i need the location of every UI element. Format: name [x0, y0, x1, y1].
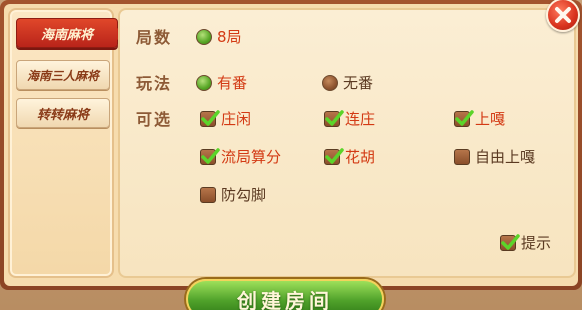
mode-option-no-fan[interactable]: 无番: [322, 72, 373, 93]
dialog-frame: 海南麻将 海南三人麻将 转转麻将 局数 8局 玩法 有番 无番 可选 庄闲 连庄…: [0, 0, 582, 290]
extra-option-shangga[interactable]: 上嘎: [454, 108, 505, 129]
checkbox-checked-icon: [200, 109, 220, 127]
tab-hainan-three-player-mahjong[interactable]: 海南三人麻将: [16, 60, 110, 90]
extra-option-huahu[interactable]: 花胡: [324, 146, 375, 167]
checkbox-unchecked-icon: [200, 186, 216, 203]
game-type-sidebar: 海南麻将 海南三人麻将 转转麻将: [8, 8, 126, 278]
radio-selected-icon: [196, 74, 212, 91]
rounds-label: 局数: [136, 28, 173, 47]
tab-label: 海南三人麻将: [26, 68, 99, 83]
extra-option-fanggoujiao[interactable]: 防勾脚: [200, 184, 266, 205]
option-label: 花胡: [345, 148, 376, 166]
tab-label: 转转麻将: [36, 107, 89, 123]
checkbox-checked-icon: [324, 109, 344, 127]
extra-option-ziyou-shangga[interactable]: 自由上嘎: [454, 146, 535, 167]
rounds-option-8[interactable]: 8局: [196, 26, 242, 47]
tab-label: 海南麻将: [40, 27, 93, 43]
option-label: 防勾脚: [221, 186, 267, 204]
mode-label: 玩法: [136, 74, 173, 93]
checkbox-checked-icon: [500, 233, 520, 251]
checkbox-unchecked-icon: [454, 148, 470, 165]
tab-hainan-mahjong[interactable]: 海南麻将: [16, 18, 126, 48]
radio-selected-icon: [196, 28, 212, 45]
mode-option-with-fan[interactable]: 有番: [196, 72, 247, 93]
close-icon: [555, 7, 571, 23]
options-panel: 局数 8局 玩法 有番 无番 可选 庄闲 连庄 上嘎 流局算分 花胡 自由上嘎 …: [118, 8, 576, 278]
option-label: 自由上嘎: [475, 148, 536, 166]
option-label: 有番: [217, 74, 248, 92]
extra-option-liuju-suanfen[interactable]: 流局算分: [200, 146, 281, 167]
hint-option[interactable]: 提示: [500, 232, 551, 253]
option-label: 提示: [521, 234, 552, 252]
radio-unselected-icon: [322, 74, 338, 91]
extra-option-zhuangxian[interactable]: 庄闲: [200, 108, 251, 129]
create-room-button[interactable]: 创建房间: [186, 279, 384, 310]
option-label: 庄闲: [221, 110, 252, 128]
option-label: 上嘎: [475, 110, 506, 128]
option-label: 无番: [343, 74, 374, 92]
tab-zhuanzhuan-mahjong[interactable]: 转转麻将: [16, 98, 110, 128]
option-label: 8局: [217, 28, 242, 46]
dialog-body: 海南麻将 海南三人麻将 转转麻将 局数 8局 玩法 有番 无番 可选 庄闲 连庄…: [4, 4, 578, 286]
option-label: 流局算分: [221, 148, 282, 166]
create-room-label: 创建房间: [237, 288, 333, 310]
checkbox-checked-icon: [200, 147, 220, 165]
option-label: 连庄: [345, 110, 376, 128]
extras-label: 可选: [136, 110, 173, 129]
checkbox-checked-icon: [454, 109, 474, 127]
extra-option-lianzhuang[interactable]: 连庄: [324, 108, 375, 129]
checkbox-checked-icon: [324, 147, 344, 165]
